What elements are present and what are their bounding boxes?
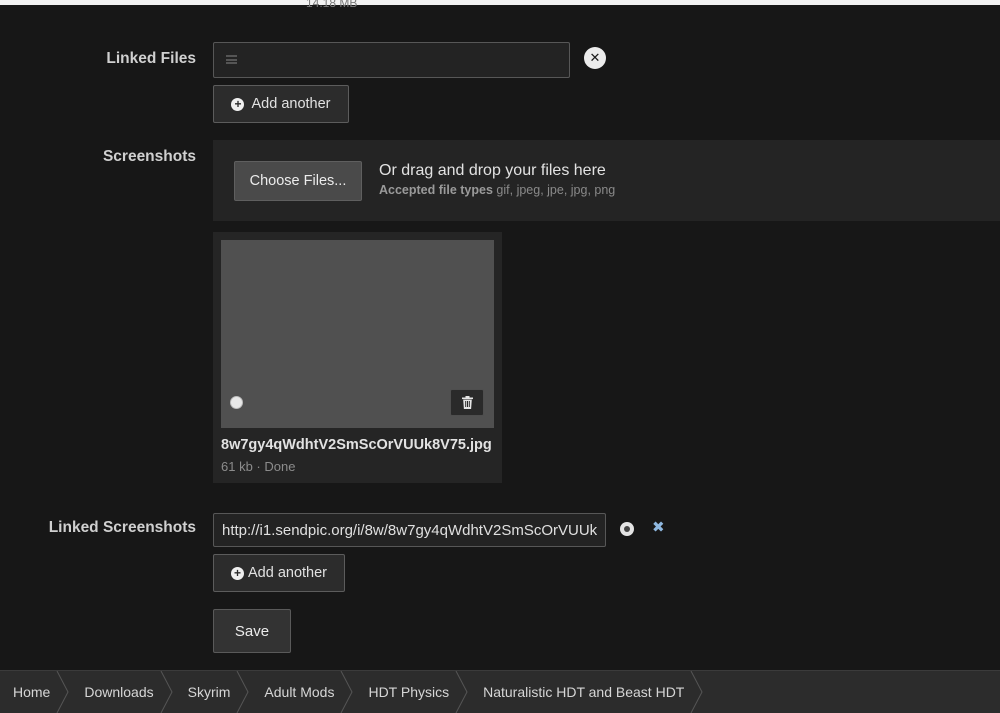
top-border <box>0 0 1000 5</box>
linked-files-label: Linked Files <box>106 50 196 67</box>
breadcrumb-separator-icon <box>236 671 249 713</box>
breadcrumb: Home Downloads Skyrim Adult Mods HDT Physics… <box>0 670 1000 713</box>
breadcrumb-separator-icon <box>690 671 703 713</box>
breadcrumb-separator-icon <box>56 671 69 713</box>
breadcrumb-separator-icon <box>341 671 354 713</box>
delete-screenshot-button[interactable] <box>450 389 484 416</box>
remove-linked-screenshot-icon[interactable]: ✖ <box>652 518 665 536</box>
breadcrumb-item[interactable]: Skyrim <box>174 671 251 713</box>
uploaded-file-name: 8w7gy4qWdhtV2SmScOrVUUk8V75.jpg <box>221 437 492 453</box>
save-button[interactable]: Save <box>213 609 291 653</box>
breadcrumb-item[interactable]: Naturalistic HDT and Beast HDT <box>469 671 704 713</box>
screenshots-label: Screenshots <box>102 148 196 165</box>
drop-instructions: Or drag and drop your files here <box>379 162 606 179</box>
drag-handle-icon[interactable] <box>226 55 237 64</box>
breadcrumb-item-label: HDT Physics <box>368 684 450 700</box>
breadcrumb-item-label: Adult Mods <box>264 684 335 700</box>
plus-circle-icon: + <box>231 97 245 111</box>
breadcrumb-separator-icon <box>455 671 468 713</box>
breadcrumb-item[interactable]: Home <box>0 671 70 713</box>
breadcrumb-item-label: Home <box>13 684 51 700</box>
add-linked-screenshot-button[interactable]: + Add another <box>213 554 345 592</box>
breadcrumb-item-label: Downloads <box>84 684 154 700</box>
primary-linked-screenshot-radio[interactable] <box>620 522 634 536</box>
plus-circle-icon: + <box>230 566 244 580</box>
linked-screenshot-input[interactable] <box>213 513 606 547</box>
uploaded-file-meta: 61 kb · Done <box>221 459 296 474</box>
linked-screenshots-label: Linked Screenshots <box>48 519 196 536</box>
accepted-file-types-list: gif, jpeg, jpe, jpg, png <box>496 183 616 197</box>
file-size-text: 14.18 MB <box>306 0 358 10</box>
linked-files-input[interactable] <box>213 42 570 78</box>
add-linked-file-label: Add another <box>251 96 331 112</box>
trash-icon <box>461 396 473 409</box>
choose-files-button[interactable]: Choose Files... <box>234 161 362 201</box>
accepted-file-types-label: Accepted file types <box>379 183 493 197</box>
breadcrumb-separator-icon <box>160 671 173 713</box>
breadcrumb-item-label: Skyrim <box>187 684 231 700</box>
breadcrumb-item[interactable]: Downloads <box>70 671 173 713</box>
breadcrumb-item[interactable]: Adult Mods <box>250 671 354 713</box>
breadcrumb-item[interactable]: HDT Physics <box>354 671 469 713</box>
remove-linked-file-button[interactable]: ✕ <box>584 47 606 69</box>
add-linked-file-button[interactable]: + Add another <box>213 85 349 123</box>
primary-screenshot-radio[interactable] <box>230 396 243 409</box>
add-linked-screenshot-label: Add another <box>247 565 327 581</box>
accepted-file-types: Accepted file types gif, jpeg, jpe, jpg,… <box>379 183 615 197</box>
breadcrumb-item-label: Naturalistic HDT and Beast HDT <box>483 684 685 700</box>
